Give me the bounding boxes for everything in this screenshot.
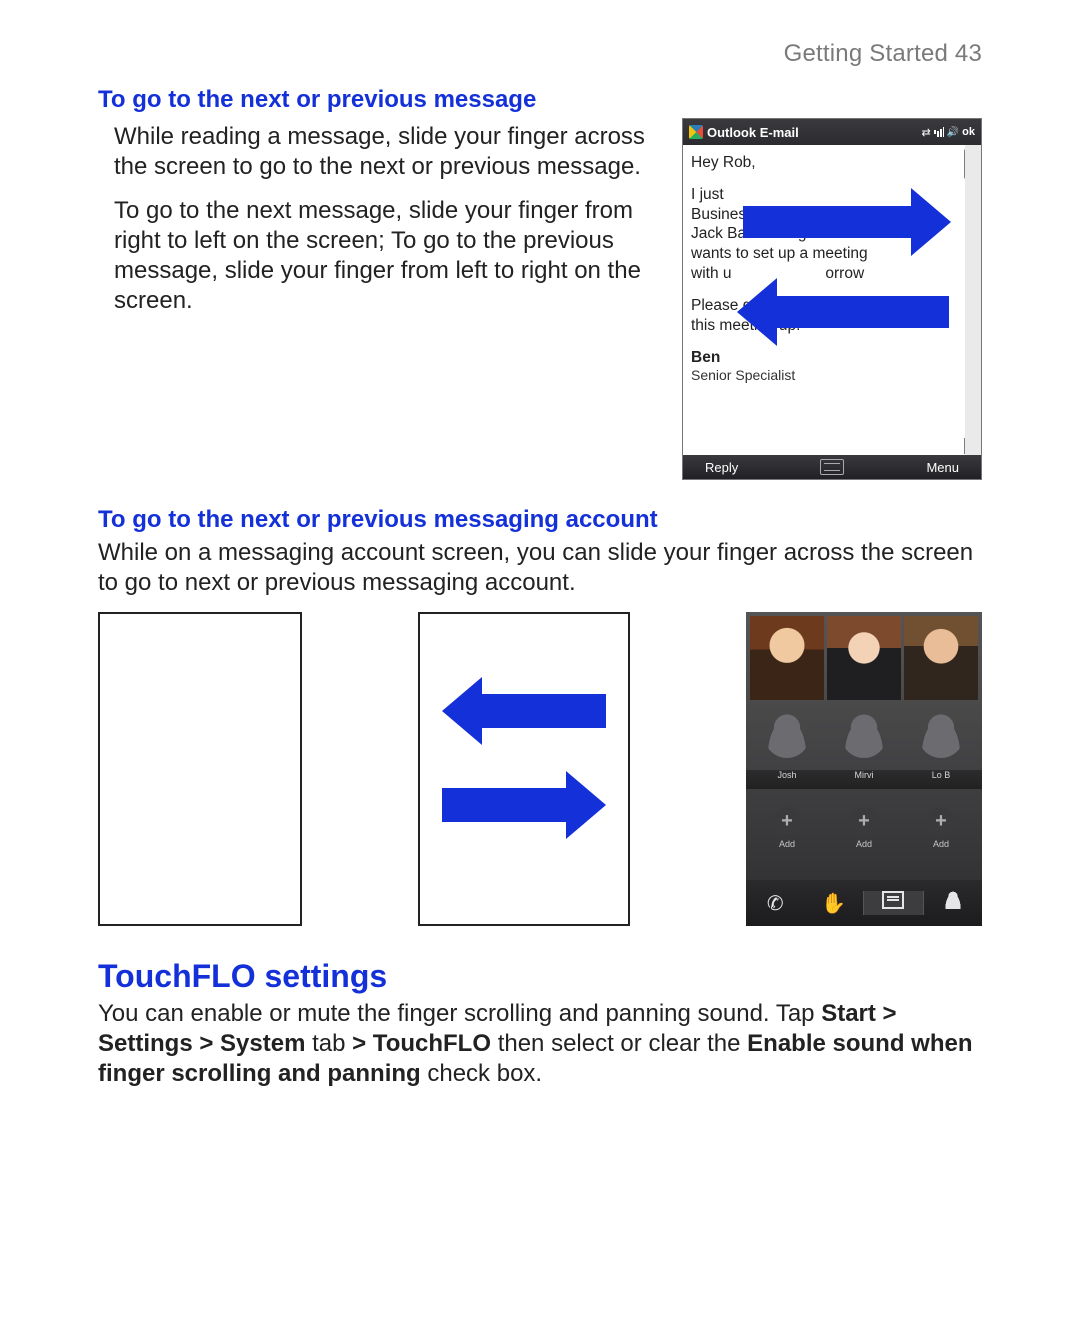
swipe-left-arrow-icon bbox=[442, 690, 606, 732]
contact-photo-3[interactable] bbox=[904, 616, 978, 700]
email-softkey-bar: Reply Menu bbox=[683, 455, 981, 479]
person-silhouette-icon bbox=[764, 712, 810, 758]
heading-next-prev-account: To go to the next or previous messaging … bbox=[98, 506, 982, 534]
figure-account-prev-placeholder bbox=[98, 612, 302, 926]
swipe-right-arrow-icon bbox=[442, 784, 606, 826]
add-label: Add bbox=[779, 839, 795, 849]
ok-button[interactable]: ok bbox=[962, 126, 975, 138]
email-app-title: Outlook E-mail bbox=[707, 125, 917, 140]
plus-icon: + bbox=[773, 807, 801, 835]
contact-photo-1[interactable] bbox=[750, 616, 824, 700]
heading-touchflo-settings: TouchFLO settings bbox=[98, 958, 982, 995]
sec3-paragraph: You can enable or mute the finger scroll… bbox=[98, 999, 982, 1089]
figure-outlook-email: Outlook E-mail ⇄ ok Hey Rob, I just Busi… bbox=[682, 118, 982, 480]
scrollbar-thumb[interactable] bbox=[964, 149, 980, 179]
contact-label-1: Josh bbox=[750, 770, 824, 788]
swipe-left-arrow-icon bbox=[737, 291, 949, 333]
sec3-text-mid1: tab bbox=[312, 1030, 352, 1057]
scrollbar-down-icon[interactable] bbox=[964, 438, 980, 454]
person-icon bbox=[944, 891, 962, 909]
sec2-paragraph-1: While on a messaging account screen, you… bbox=[98, 538, 982, 598]
profile-tab[interactable] bbox=[924, 891, 983, 915]
contacts-bottom-bar: ✆ ✋ bbox=[746, 880, 982, 926]
add-label: Add bbox=[856, 839, 872, 849]
sec1-paragraph-1: While reading a message, slide your fing… bbox=[98, 122, 660, 182]
add-contact-3[interactable]: + Add bbox=[904, 793, 978, 863]
plus-icon: + bbox=[927, 807, 955, 835]
hand-icon: ✋ bbox=[821, 893, 846, 915]
email-signature-name: Ben bbox=[691, 348, 957, 368]
email-titlebar: Outlook E-mail ⇄ ok bbox=[683, 119, 981, 145]
sec3-bold-2: > TouchFLO bbox=[352, 1030, 491, 1057]
email-line5a: with u bbox=[691, 265, 732, 282]
contact-placeholder-5[interactable] bbox=[827, 700, 901, 770]
contact-label-2: Mirvi bbox=[827, 770, 901, 788]
contact-photo-2[interactable] bbox=[827, 616, 901, 700]
figure-swipe-arrows bbox=[418, 612, 630, 926]
person-silhouette-icon bbox=[918, 712, 964, 758]
email-line-ijust: I just bbox=[691, 186, 724, 203]
sec1-paragraph-2: To go to the next message, slide your fi… bbox=[98, 196, 660, 316]
contact-card-icon bbox=[882, 891, 904, 909]
heading-next-prev-message: To go to the next or previous message bbox=[98, 86, 982, 114]
email-greeting: Hey Rob, bbox=[691, 153, 957, 173]
windows-logo-icon bbox=[689, 125, 703, 139]
phone-icon: ✆ bbox=[767, 893, 784, 915]
signal-icon bbox=[934, 127, 944, 137]
contact-placeholder-4[interactable] bbox=[750, 700, 824, 770]
plus-icon: + bbox=[850, 807, 878, 835]
contact-labels-row: Josh Mirvi Lo B bbox=[746, 770, 982, 789]
sec3-text-pre: You can enable or mute the finger scroll… bbox=[98, 1000, 821, 1027]
favorites-tab[interactable]: ✋ bbox=[805, 891, 864, 916]
email-line5b: orrow bbox=[825, 265, 864, 282]
email-line4: wants to set up a meeting bbox=[691, 245, 868, 262]
sec3-text-mid2: then select or clear the bbox=[498, 1030, 747, 1057]
figure-contacts-screen: Josh Mirvi Lo B + Add + Add + Add bbox=[746, 612, 982, 926]
add-label: Add bbox=[933, 839, 949, 849]
person-silhouette-icon bbox=[841, 712, 887, 758]
speaker-icon bbox=[947, 126, 959, 138]
menu-softkey[interactable]: Menu bbox=[926, 460, 959, 475]
keyboard-icon[interactable] bbox=[820, 459, 844, 475]
contacts-tab-selected[interactable] bbox=[863, 891, 924, 915]
add-contact-2[interactable]: + Add bbox=[827, 793, 901, 863]
add-contact-1[interactable]: + Add bbox=[750, 793, 824, 863]
email-signature-title: Senior Specialist bbox=[691, 367, 957, 385]
contact-label-3: Lo B bbox=[904, 770, 978, 788]
sec3-text-tail: check box. bbox=[427, 1060, 542, 1087]
running-head: Getting Started 43 bbox=[98, 40, 982, 68]
reply-softkey[interactable]: Reply bbox=[705, 460, 738, 475]
contact-placeholder-6[interactable] bbox=[904, 700, 978, 770]
swipe-right-arrow-icon bbox=[743, 201, 951, 243]
email-body[interactable]: Hey Rob, I just Business Unlimited's xxx… bbox=[683, 145, 981, 455]
dialer-tab[interactable]: ✆ bbox=[746, 891, 805, 916]
figure-row-accounts: Josh Mirvi Lo B + Add + Add + Add bbox=[98, 612, 982, 926]
sync-icon: ⇄ bbox=[921, 126, 930, 139]
manual-page: Getting Started 43 To go to the next or … bbox=[0, 0, 1080, 1163]
